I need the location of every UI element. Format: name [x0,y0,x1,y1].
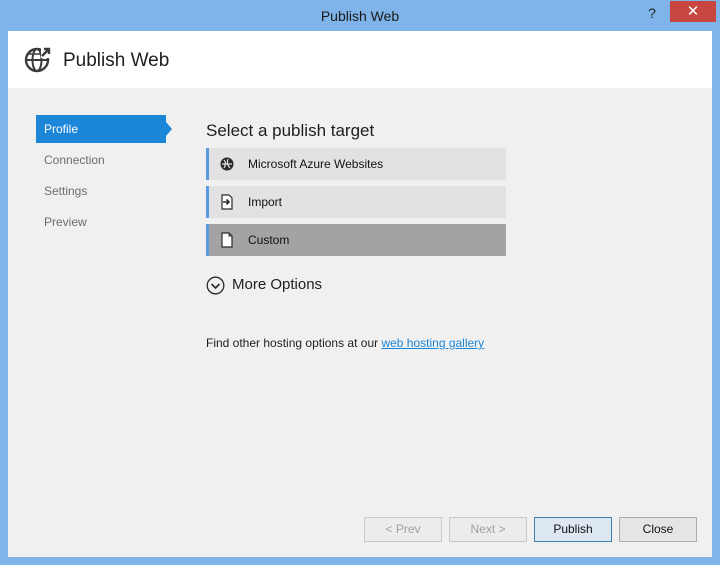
dialog-client-area: Publish Web Profile Connection Settings … [8,31,712,557]
page-title: Publish Web [63,50,170,71]
import-icon [221,194,233,210]
nav-item-profile[interactable]: Profile [36,115,172,143]
prev-button[interactable]: < Prev [364,517,442,542]
dialog-header: Publish Web [8,31,712,88]
target-label: Microsoft Azure Websites [248,157,384,171]
target-custom[interactable]: Custom [206,224,506,256]
nav-item-settings[interactable]: Settings [36,177,166,205]
document-icon [221,232,233,248]
close-button[interactable]: Close [619,517,697,542]
azure-icon [220,157,234,171]
next-button[interactable]: Next > [449,517,527,542]
target-import[interactable]: Import [206,186,506,218]
nav-item-preview[interactable]: Preview [36,208,166,236]
target-azure-websites[interactable]: Microsoft Azure Websites [206,148,506,180]
close-window-button[interactable]: ✕ [670,1,716,22]
web-hosting-gallery-link[interactable]: web hosting gallery [381,336,484,350]
title-bar[interactable]: Publish Web ? ✕ [0,0,720,30]
window-title: Publish Web [320,8,400,24]
wizard-nav: Profile Connection Settings Preview [36,115,176,239]
hosting-options-label: Find other hosting options at our [206,336,379,350]
more-options-label: More Options [232,276,323,293]
nav-item-connection[interactable]: Connection [36,146,166,174]
publish-web-window: Publish Web ? ✕ Publish Web Profile Conn… [0,0,720,565]
target-label: Import [248,195,283,209]
section-title: Select a publish target [206,121,375,140]
chevron-down-circle-icon [206,276,225,295]
hosting-options-text: Find other hosting options at our web ho… [206,336,484,350]
publish-button[interactable]: Publish [534,517,612,542]
globe-publish-icon [24,47,52,73]
help-button[interactable]: ? [640,3,664,23]
target-label: Custom [248,233,290,247]
